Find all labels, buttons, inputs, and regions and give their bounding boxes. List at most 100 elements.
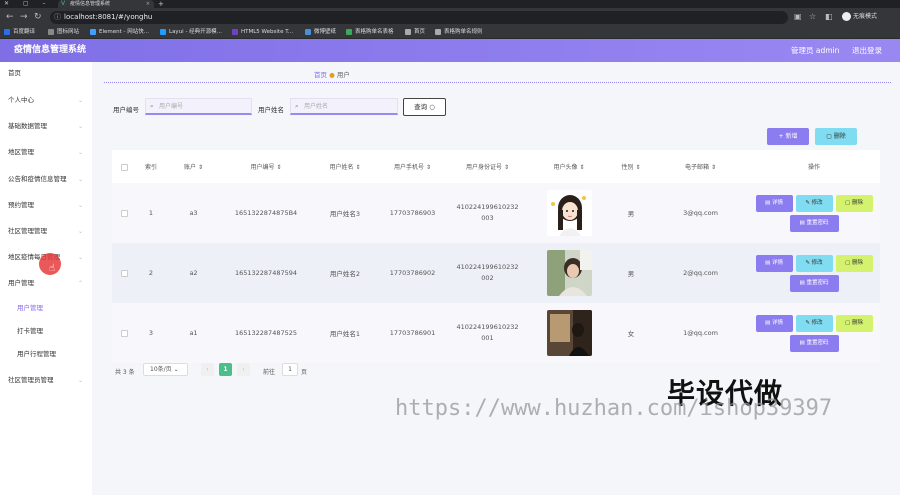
translate-icon[interactable]: ▣	[794, 11, 802, 23]
edit-button[interactable]: ✎ 修改	[795, 254, 833, 272]
cell-idcard: 410224199610232001	[456, 323, 519, 342]
chevron-down-icon: ⌄	[77, 228, 83, 235]
cell-name: 用户姓名3	[329, 210, 361, 218]
bookmark-item[interactable]: Layui - 经典开源模...	[160, 26, 222, 39]
chevron-down-icon: ⌄	[173, 366, 179, 373]
reset-password-button[interactable]: ▤ 重置密码	[789, 334, 839, 352]
detail-button[interactable]: ▤ 详情	[755, 194, 793, 212]
search-label-name: 用户姓名	[258, 106, 284, 114]
user-code-input[interactable]: ⌕ 用户编号	[145, 98, 252, 115]
th-gender[interactable]: 性别 ⇕	[609, 150, 653, 185]
sidebar: 首页 个人中心 ⌄ 基础数据管理 ⌄ 地区管理 ⌄ 公告和疫情信息管理 ⌄ 预约管理 ⌄ …	[0, 62, 92, 495]
sidebar-sub-checkin[interactable]: 打卡管理	[0, 325, 92, 338]
goto-page-input[interactable]: 1	[282, 363, 298, 376]
trash-icon: ▢	[826, 133, 834, 140]
th-name[interactable]: 用户姓名 ⇕	[311, 150, 379, 185]
back-icon[interactable]: ←	[6, 12, 14, 22]
add-button[interactable]: + 新增	[767, 128, 809, 145]
star-icon[interactable]: ☆	[809, 11, 816, 23]
user-name-input[interactable]: ⌕ 用户姓名	[290, 98, 398, 115]
cell-index: 3	[148, 329, 154, 337]
sidebar-item-region[interactable]: 地区管理 ⌄	[0, 146, 92, 159]
sidebar-item-booking[interactable]: 预约管理 ⌄	[0, 199, 92, 212]
edit-button[interactable]: ✎ 修改	[795, 194, 833, 212]
th-code[interactable]: 用户编号 ⇕	[221, 150, 311, 185]
select-all-cell[interactable]	[112, 150, 136, 185]
row-checkbox[interactable]	[120, 209, 128, 217]
bookmark-item[interactable]: 表格购单名表格	[346, 26, 394, 39]
sidebar-item-profile[interactable]: 个人中心 ⌄	[0, 94, 92, 107]
reset-password-button[interactable]: ▤ 重置密码	[789, 274, 839, 292]
th-idcard[interactable]: 用户身份证号 ⇕	[446, 150, 529, 185]
query-button[interactable]: 查询 ○	[403, 98, 446, 116]
bookmark-item[interactable]: 表格购单名规则	[435, 26, 483, 39]
sidebar-item-home[interactable]: 首页	[0, 67, 92, 80]
sidebar-item-notice[interactable]: 公告和疫情信息管理 ⌄	[0, 173, 92, 186]
sidebar-sub-user-manage[interactable]: 用户管理	[0, 302, 92, 315]
table-row: 2 a2 165132287487594 用户姓名2 17703786902 4…	[112, 243, 880, 303]
reset-password-button[interactable]: ▤ 重置密码	[789, 214, 839, 232]
th-account[interactable]: 账户 ⇕	[166, 150, 221, 185]
cell-phone: 17703786902	[389, 269, 436, 277]
bookmark-item[interactable]: 百度翻译	[4, 26, 35, 39]
row-checkbox-cell[interactable]	[112, 303, 136, 363]
page-size-select[interactable]: 10条/页 ⌄	[143, 363, 188, 376]
th-avatar[interactable]: 用户头像 ⇕	[529, 150, 609, 185]
cell-code: 165132287487594	[234, 269, 298, 277]
forward-icon[interactable]: →	[20, 12, 28, 22]
reload-icon[interactable]: ↻	[34, 12, 42, 22]
cell-gender: 男	[627, 270, 635, 278]
batch-delete-button[interactable]: ▢ 删除	[815, 128, 857, 145]
row-checkbox[interactable]	[120, 329, 128, 337]
breadcrumb-current: 用户	[336, 71, 350, 79]
logout-link[interactable]: 退出登录	[852, 39, 882, 62]
delete-button[interactable]: ▢ 删除	[835, 314, 873, 332]
close-tab-icon[interactable]: ×	[146, 0, 150, 8]
extensions-icon[interactable]: ◧	[825, 11, 833, 23]
th-phone[interactable]: 用户手机号 ⇕	[379, 150, 446, 185]
cell-phone: 17703786903	[389, 209, 436, 217]
profile-button[interactable]: 无痕模式	[842, 11, 877, 23]
table-row: 3 a1 165132287487525 用户姓名1 17703786901 4…	[112, 303, 880, 363]
sidebar-sub-user-trip[interactable]: 用户行程管理	[0, 348, 92, 361]
window-controls[interactable]: ✕ ▢ –	[4, 0, 52, 8]
sidebar-item-community[interactable]: 社区管理管理 ⌄	[0, 225, 92, 238]
bookmark-item[interactable]: 微博壁纸	[305, 26, 336, 39]
cell-phone: 17703786901	[389, 329, 436, 337]
cell-avatar	[529, 243, 609, 303]
cell-index: 2	[148, 269, 154, 277]
bookmark-item[interactable]: Element - 网站快...	[90, 26, 149, 39]
page-number[interactable]: 1	[219, 363, 232, 376]
browser-tab[interactable]: V 疫情信息管理系统 ×	[58, 0, 154, 8]
sort-icon: ⇕	[197, 164, 203, 171]
next-page-button[interactable]: ›	[237, 363, 250, 376]
delete-button[interactable]: ▢ 删除	[835, 254, 873, 272]
row-checkbox-cell[interactable]	[112, 183, 136, 243]
detail-button[interactable]: ▤ 详情	[755, 254, 793, 272]
url-bar[interactable]: ⓘ localhost:8081/#/yonghu	[50, 11, 788, 24]
site-info-icon[interactable]: ⓘ	[54, 11, 61, 24]
bookmark-item[interactable]: 图标网站	[48, 26, 79, 39]
bookmark-item[interactable]: 首页	[405, 26, 425, 39]
new-tab-icon[interactable]: +	[158, 0, 164, 8]
sort-icon: ⇕	[635, 164, 641, 171]
sidebar-item-community-admin[interactable]: 社区管理员管理 ⌄	[0, 374, 92, 387]
delete-button[interactable]: ▢ 删除	[835, 194, 873, 212]
vue-logo-icon: V	[61, 0, 66, 7]
user-code-placeholder: 用户编号	[159, 103, 184, 110]
select-all-checkbox[interactable]	[120, 164, 128, 171]
breadcrumb-home[interactable]: 首页	[314, 71, 327, 79]
bookmark-icon	[346, 28, 352, 35]
sidebar-item-users[interactable]: 用户管理 ⌃	[0, 277, 92, 290]
prev-page-button[interactable]: ‹	[201, 363, 214, 376]
row-checkbox[interactable]	[120, 269, 128, 277]
bookmark-item[interactable]: HTML5 Website T...	[232, 26, 293, 39]
cell-email: 3@qq.com	[683, 209, 718, 217]
sidebar-item-basic-data[interactable]: 基础数据管理 ⌄	[0, 120, 92, 133]
th-email[interactable]: 电子邮箱 ⇕	[653, 150, 748, 185]
chevron-down-icon: ⌄	[77, 176, 83, 183]
detail-button[interactable]: ▤ 详情	[755, 314, 793, 332]
edit-button[interactable]: ✎ 修改	[795, 314, 833, 332]
chevron-down-icon: ⌄	[77, 377, 83, 384]
row-checkbox-cell[interactable]	[112, 243, 136, 303]
